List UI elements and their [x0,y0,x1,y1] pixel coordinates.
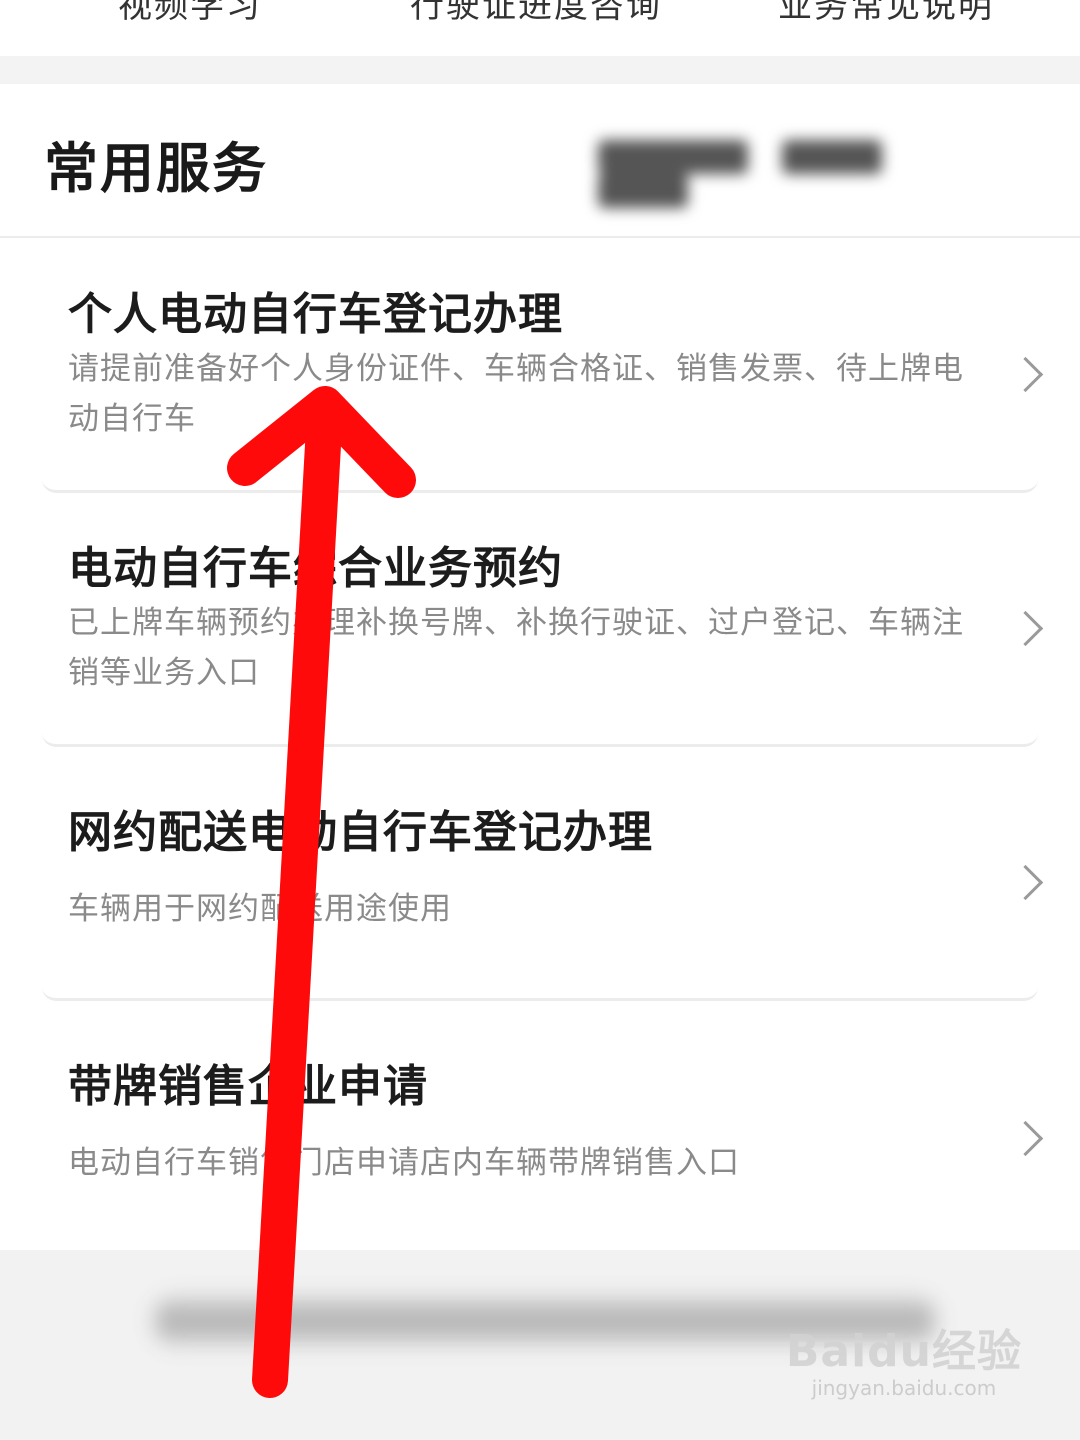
tab-video-learning[interactable]: 视频学习 [118,0,262,27]
tab-business-faq[interactable]: 业务常见说明 [778,0,994,27]
service-title: 个人电动自行车登记办理 [68,289,563,340]
top-tab-bar: 视频学习 行驶证进度咨询 业务常见说明 [0,0,1080,56]
watermark-sub: jingyan.baidu.com [811,1376,997,1400]
chevron-right-icon [1007,864,1044,901]
service-description: 电动自行车销售门店申请店内车辆带牌销售入口 [68,1145,740,1181]
service-title: 电动自行车综合业务预约 [68,543,563,594]
service-item-dealer-application[interactable]: 带牌销售企业申请 电动自行车销售门店申请店内车辆带牌销售入口 [42,1000,1044,1252]
section-title: 常用服务 [44,137,268,200]
chevron-right-icon [1007,610,1044,647]
service-title: 网约配送电动自行车登记办理 [68,807,653,858]
service-description: 已上牌车辆预约办理补换号牌、补换行驶证、过户登记、车辆注销等业务入口 [68,605,964,691]
watermark: Baidu经验 jingyan.baidu.com [785,1326,1022,1400]
common-services-section: 常用服务 个人电动自行车登记办理 请提前准备好个人身份证件、车辆合格证、销售发票… [0,84,1080,1250]
service-title: 带牌销售企业申请 [68,1061,428,1112]
service-item-personal-registration[interactable]: 个人电动自行车登记办理 请提前准备好个人身份证件、车辆合格证、销售发票、待上牌电… [42,238,1044,493]
chevron-right-icon [1007,356,1044,393]
section-header: 常用服务 [0,84,1080,238]
service-item-comprehensive-booking[interactable]: 电动自行车综合业务预约 已上牌车辆预约办理补换号牌、补换行驶证、过户登记、车辆注… [42,492,1044,747]
tab-license-progress[interactable]: 行驶证进度咨询 [410,0,662,27]
service-description: 车辆用于网约配送用途使用 [68,891,452,927]
watermark-main: Baidu经验 [785,1326,1022,1377]
service-description: 请提前准备好个人身份证件、车辆合格证、销售发票、待上牌电动自行车 [68,351,964,437]
service-item-delivery-registration[interactable]: 网约配送电动自行车登记办理 车辆用于网约配送用途使用 [42,746,1044,1001]
blurred-hotline [598,140,1010,208]
section-divider [0,56,1080,84]
chevron-right-icon [1007,1120,1044,1157]
